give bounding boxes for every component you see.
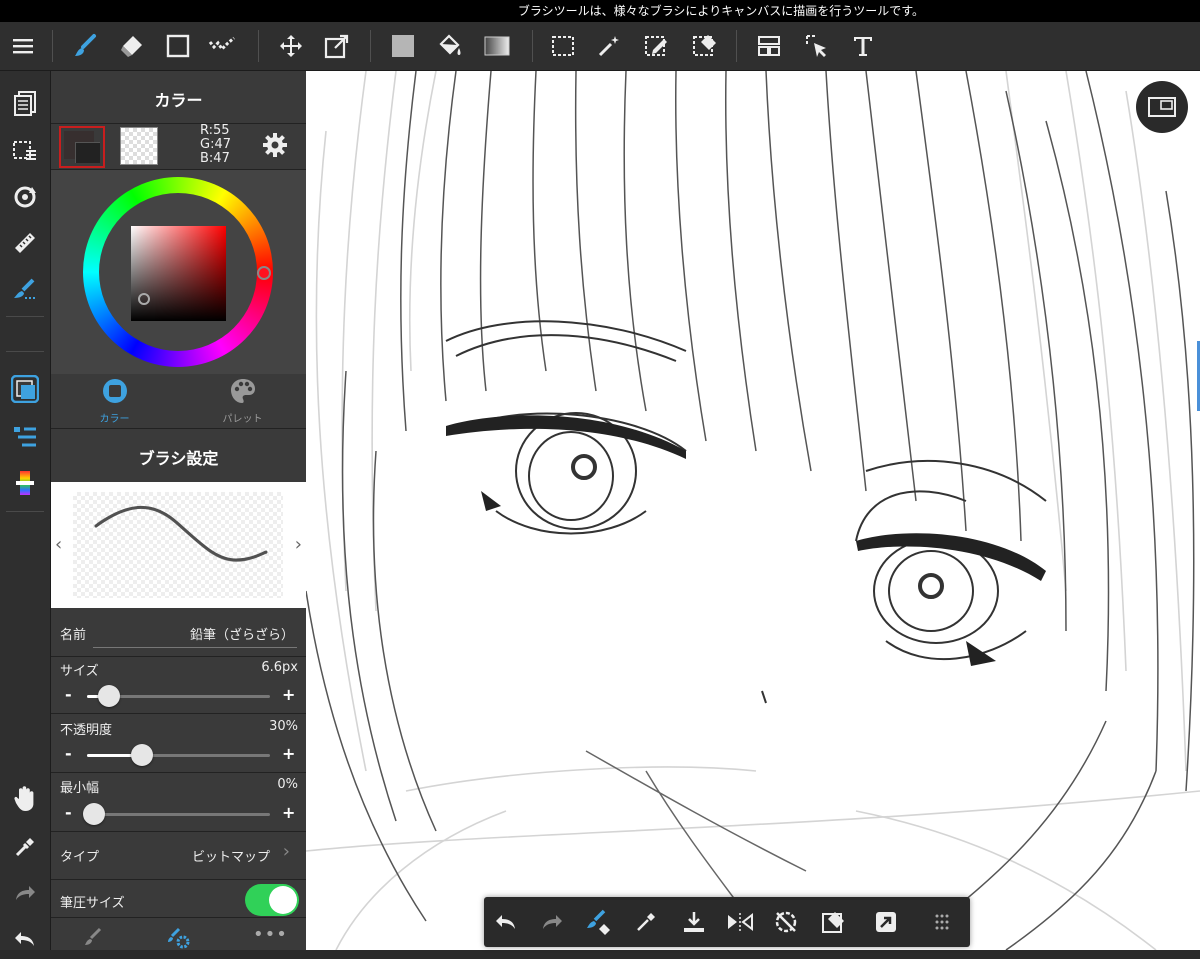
gradient-icon[interactable] (474, 22, 520, 70)
layer-list-icon[interactable] (0, 417, 50, 457)
status-bar: ブラシツールは、様々なブラシによりキャンバスに描画を行うツールです。 (0, 0, 1200, 22)
move-icon[interactable] (268, 22, 314, 70)
tab-color[interactable]: カラー (51, 377, 178, 429)
tab-palette[interactable]: パレット (179, 377, 306, 429)
clear-layer-icon[interactable] (812, 897, 856, 947)
magic-wand-icon[interactable] (586, 22, 632, 70)
color-panel-title: カラー (154, 91, 203, 110)
size-label: サイズ (60, 664, 99, 679)
blue-value: B:47 (200, 151, 230, 166)
select-pen-icon[interactable] (634, 22, 680, 70)
saturation-picker[interactable] (138, 293, 150, 305)
selection-layer-icon[interactable] (0, 131, 50, 171)
minwidth-slider-thumb[interactable] (83, 803, 105, 825)
size-increase-button[interactable]: + (282, 685, 295, 704)
minwidth-decrease-button[interactable]: - (65, 803, 72, 822)
navigator-icon (1148, 97, 1176, 117)
hue-picker[interactable] (257, 266, 271, 280)
select-eraser-icon[interactable] (682, 22, 728, 70)
color-bar-icon[interactable] (0, 463, 50, 503)
red-value: R:55 (200, 123, 230, 138)
text-icon[interactable] (840, 22, 886, 70)
palette-icon (230, 379, 255, 403)
save-download-icon[interactable] (672, 897, 716, 947)
ruler-icon[interactable] (0, 223, 50, 263)
side-panel: カラー R:55 G:47 B:47 カラー パレット ブラシ設定 ‹ › 名前… (51, 71, 306, 950)
next-brush-chevron-icon[interactable]: › (295, 534, 302, 555)
tab-palette-label: パレット (222, 414, 263, 425)
left-sidebar (0, 71, 51, 950)
size-value: 6.6px (261, 660, 298, 675)
layout-icon[interactable] (746, 22, 792, 70)
reset-rotation-icon[interactable] (764, 897, 808, 947)
foreground-swatch[interactable] (59, 126, 105, 168)
drawing-canvas[interactable] (306, 71, 1200, 950)
pressure-size-label: 筆圧サイズ (60, 896, 125, 911)
minwidth-increase-button[interactable]: + (282, 803, 295, 822)
brush-settings-title: ブラシ設定 (138, 449, 219, 468)
eyedropper-icon[interactable] (0, 827, 50, 867)
minwidth-value: 0% (277, 777, 298, 792)
more-options-icon[interactable]: ••• (253, 924, 288, 945)
bucket-icon[interactable] (426, 22, 472, 70)
snap-brush-icon[interactable] (0, 269, 50, 309)
main-toolbar (0, 22, 1200, 71)
color-square[interactable] (131, 226, 226, 321)
opacity-decrease-button[interactable]: - (65, 744, 72, 763)
layer-transfer-icon[interactable] (864, 897, 908, 947)
pressure-size-toggle[interactable] (245, 884, 299, 916)
dot-tool-icon[interactable] (200, 22, 246, 70)
toolbar-grip-icon[interactable] (920, 897, 964, 947)
brush-settings-tab-icon[interactable] (167, 927, 191, 953)
tab-color-label: カラー (99, 414, 130, 425)
background-swatch[interactable] (120, 127, 158, 165)
brush-tool-icon[interactable] (62, 22, 108, 70)
size-slider-thumb[interactable] (97, 685, 120, 707)
menu-icon[interactable] (0, 22, 46, 70)
size-decrease-button[interactable]: - (65, 685, 72, 704)
brush-eraser-toggle-icon[interactable] (576, 897, 620, 947)
brush-stroke-preview (94, 506, 268, 562)
redo-icon[interactable] (0, 873, 50, 913)
sketch-artwork (306, 71, 1200, 950)
brush-tab-icon[interactable] (83, 927, 103, 951)
name-value[interactable]: 鉛筆（ざらざら） (190, 624, 294, 643)
hand-tool-icon[interactable] (0, 779, 50, 819)
rgb-values: R:55 G:47 B:47 (200, 124, 231, 166)
color-tab-icon (102, 379, 127, 403)
type-chevron-right-icon[interactable]: › (283, 841, 290, 862)
select-rect-icon[interactable] (540, 22, 586, 70)
opacity-value: 30% (269, 719, 298, 734)
rotate-canvas-icon[interactable] (0, 177, 50, 217)
type-label: タイプ (60, 850, 100, 865)
undo-icon[interactable] (0, 919, 50, 959)
eraser-tool-icon[interactable] (108, 22, 154, 70)
minwidth-slider[interactable] (87, 813, 270, 816)
select-move-icon[interactable] (794, 22, 840, 70)
opacity-slider-thumb[interactable] (130, 744, 153, 766)
color-settings-gear-icon[interactable] (261, 131, 289, 163)
status-message: ブラシツールは、様々なブラシによりキャンバスに描画を行うツールです。 (517, 4, 924, 18)
brush-preview: ‹ › (51, 482, 306, 608)
fill-rect-icon[interactable] (380, 22, 426, 70)
color-panel-icon[interactable] (0, 369, 50, 409)
quick-undo-icon[interactable] (484, 897, 528, 947)
name-label: 名前 (60, 628, 87, 643)
opacity-increase-button[interactable]: + (282, 744, 295, 763)
opacity-label: 不透明度 (60, 723, 113, 738)
green-value: G:47 (200, 137, 231, 152)
navigator-button[interactable] (1136, 81, 1188, 133)
type-value[interactable]: ビットマップ (192, 846, 270, 865)
pages-icon[interactable] (0, 83, 50, 123)
quick-toolbar (484, 897, 970, 947)
flip-horizontal-icon[interactable] (718, 897, 762, 947)
quick-eyedropper-icon[interactable] (624, 897, 668, 947)
shape-tool-icon[interactable] (155, 22, 201, 70)
minwidth-label: 最小幅 (60, 781, 100, 796)
prev-brush-chevron-icon[interactable]: ‹ (55, 534, 62, 555)
transform-icon[interactable] (314, 22, 360, 70)
quick-redo-icon[interactable] (530, 897, 574, 947)
